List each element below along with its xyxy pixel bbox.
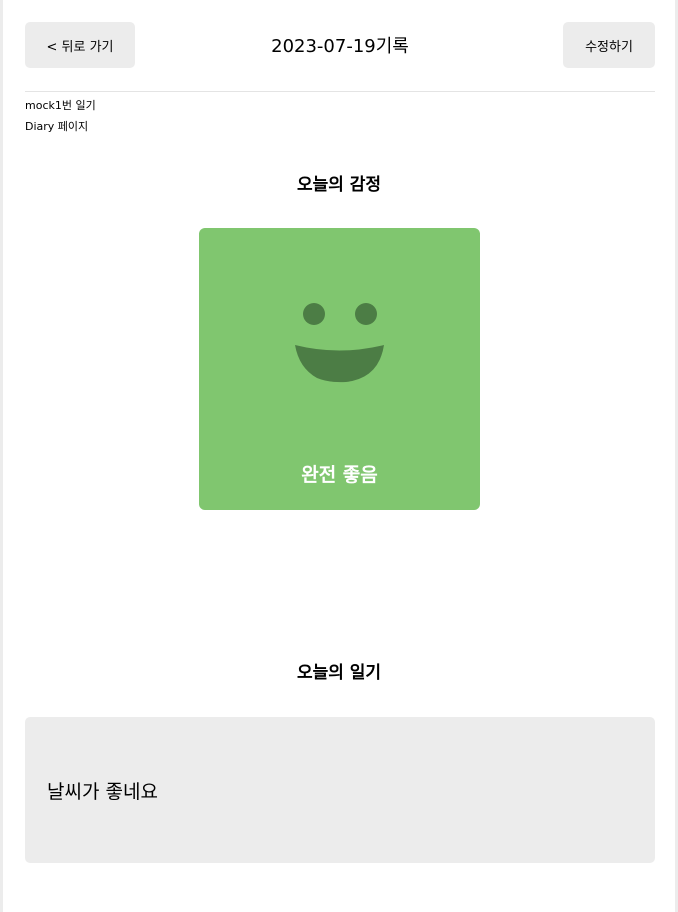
diary-info-line2: Diary 페이지 (25, 120, 89, 133)
emotion-section-title: 오늘의 감정 (296, 175, 382, 195)
diary-section-title: 오늘의 일기 (296, 663, 382, 683)
diary-page: < 뒤로 가기 2023-07-19기록 수정하기 mock1번 일기 Diar… (3, 0, 675, 912)
header: < 뒤로 가기 2023-07-19기록 수정하기 (25, 22, 655, 68)
diary-info: mock1번 일기 Diary 페이지 (25, 95, 96, 137)
back-button[interactable]: < 뒤로 가기 (25, 22, 135, 68)
header-divider (25, 91, 655, 92)
diary-content: 날씨가 좋네요 (47, 780, 158, 803)
diary-info-line1: mock1번 일기 (25, 99, 96, 112)
emotion-card: 완전 좋음 (199, 228, 480, 510)
edit-button[interactable]: 수정하기 (563, 22, 655, 68)
page-title: 2023-07-19기록 (271, 36, 409, 57)
emotion-label: 완전 좋음 (301, 464, 378, 486)
diary-content-box: 날씨가 좋네요 (25, 717, 655, 863)
